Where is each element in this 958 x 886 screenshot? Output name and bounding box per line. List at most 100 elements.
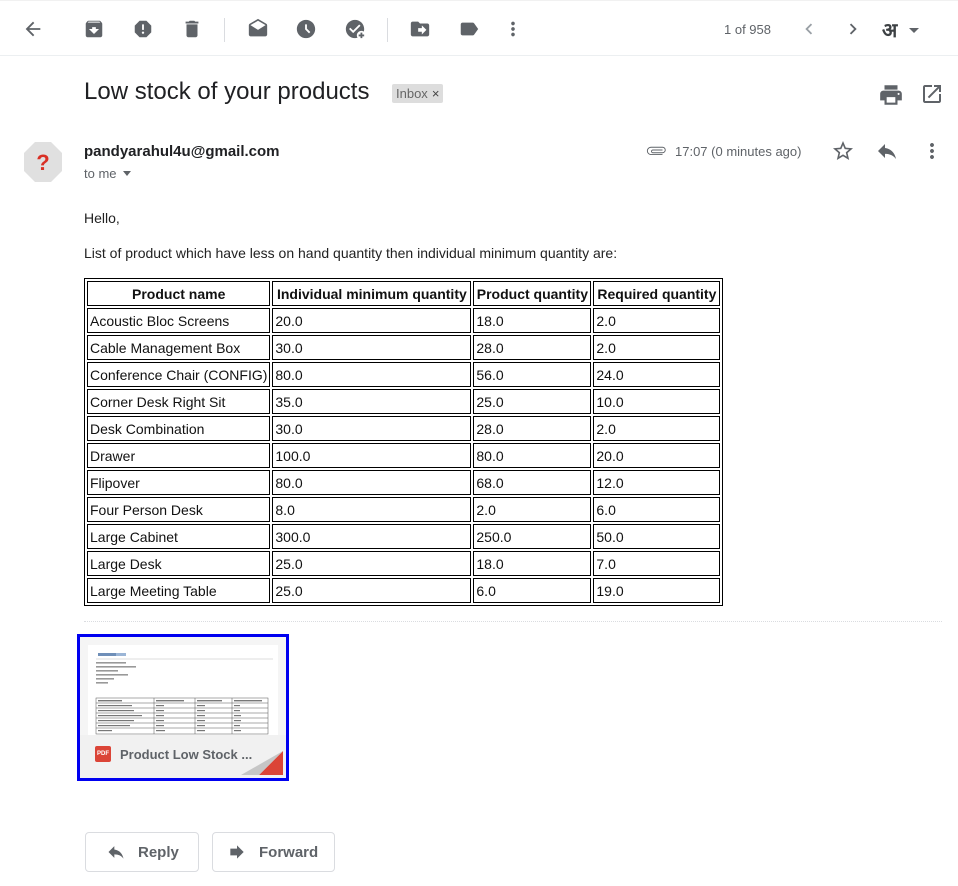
table-cell: Large Desk — [87, 551, 271, 576]
reply-button[interactable]: Reply — [85, 832, 199, 872]
label-chip-text: Inbox — [396, 86, 428, 101]
table-cell: 12.0 — [593, 470, 721, 495]
recipient-text: to me — [84, 166, 117, 181]
table-cell: 6.0 — [473, 578, 592, 603]
table-cell: 10.0 — [593, 389, 721, 414]
column-header: Product name — [87, 281, 271, 306]
pdf-corner-fold-icon — [241, 751, 283, 775]
table-cell: 80.0 — [272, 362, 472, 387]
table-cell: 50.0 — [593, 524, 721, 549]
attachment-divider — [84, 621, 942, 622]
table-cell: 100.0 — [272, 443, 472, 468]
forward-button[interactable]: Forward — [212, 832, 335, 872]
table-cell: Flipover — [87, 470, 271, 495]
table-cell: 8.0 — [272, 497, 472, 522]
print-icon[interactable] — [878, 82, 904, 108]
pager-count: 1 of 958 — [724, 22, 771, 37]
more-vert-icon[interactable] — [920, 139, 944, 163]
table-cell: Drawer — [87, 443, 271, 468]
table-row: Conference Chair (CONFIG) 80.0 56.0 24.0 — [87, 362, 721, 387]
table-cell: 80.0 — [272, 470, 472, 495]
table-cell: 30.0 — [272, 416, 472, 441]
email-subject: Low stock of your products — [84, 78, 370, 105]
column-header: Individual minimum quantity — [272, 281, 472, 306]
table-cell: Acoustic Bloc Screens — [87, 308, 271, 333]
email-intro: List of product which have less on hand … — [84, 245, 618, 261]
star-icon[interactable] — [831, 139, 855, 163]
attachment-filename: Product Low Stock ... — [120, 747, 253, 762]
table-row: Large Cabinet 300.0 250.0 50.0 — [87, 524, 721, 549]
chevron-down-icon[interactable] — [909, 28, 919, 33]
mark-unread-icon[interactable] — [242, 13, 274, 45]
table-cell: 2.0 — [593, 416, 721, 441]
sender-email[interactable]: pandyarahul4u@gmail.com — [84, 143, 280, 160]
table-cell: 25.0 — [272, 578, 472, 603]
recipient-details[interactable]: to me — [84, 166, 131, 181]
attachment-card[interactable]: PDF Product Low Stock ... — [77, 634, 289, 781]
archive-icon[interactable] — [78, 13, 110, 45]
labels-icon[interactable] — [453, 13, 485, 45]
table-cell: 2.0 — [593, 335, 721, 360]
table-row: Corner Desk Right Sit 35.0 25.0 10.0 — [87, 389, 721, 414]
move-to-icon[interactable] — [404, 13, 436, 45]
add-to-tasks-icon[interactable] — [339, 13, 371, 45]
table-row: Large Desk 25.0 18.0 7.0 — [87, 551, 721, 576]
unverified-sender-icon: ? — [36, 150, 49, 175]
chevron-left-icon[interactable] — [793, 13, 825, 45]
low-stock-table: Product name Individual minimum quantity… — [84, 278, 724, 606]
table-cell: 20.0 — [593, 443, 721, 468]
table-cell: Four Person Desk — [87, 497, 271, 522]
table-row: Four Person Desk 8.0 2.0 6.0 — [87, 497, 721, 522]
email-timestamp: 17:07 (0 minutes ago) — [675, 144, 802, 159]
input-tools-button[interactable]: अ — [882, 16, 897, 43]
back-arrow-icon[interactable] — [17, 13, 49, 45]
table-row: Large Meeting Table 25.0 6.0 19.0 — [87, 578, 721, 603]
table-cell: Desk Combination — [87, 416, 271, 441]
sender-avatar[interactable]: ? — [22, 140, 64, 184]
chevron-down-icon[interactable] — [122, 171, 131, 176]
table-cell: 24.0 — [593, 362, 721, 387]
reply-button-label: Reply — [138, 843, 179, 861]
table-cell: 56.0 — [473, 362, 592, 387]
table-cell: Large Meeting Table — [87, 578, 271, 603]
table-cell: 18.0 — [473, 551, 592, 576]
table-row: Drawer 100.0 80.0 20.0 — [87, 443, 721, 468]
snooze-icon[interactable] — [290, 13, 322, 45]
table-cell: 25.0 — [272, 551, 472, 576]
table-cell: Cable Management Box — [87, 335, 271, 360]
forward-button-label: Forward — [259, 843, 319, 861]
table-cell: 300.0 — [272, 524, 472, 549]
column-header: Required quantity — [593, 281, 721, 306]
delete-icon[interactable] — [176, 13, 208, 45]
attachment-thumbnail — [88, 645, 278, 737]
table-cell: 80.0 — [473, 443, 592, 468]
table-cell: 2.0 — [473, 497, 592, 522]
table-cell: 28.0 — [473, 335, 592, 360]
table-cell: 7.0 — [593, 551, 721, 576]
table-cell: 35.0 — [272, 389, 472, 414]
more-vert-icon[interactable] — [497, 13, 529, 45]
table-row: Desk Combination 30.0 28.0 2.0 — [87, 416, 721, 441]
open-in-new-window-icon[interactable] — [920, 82, 944, 106]
table-cell: 6.0 — [593, 497, 721, 522]
label-chip-inbox: Inbox × — [392, 84, 444, 103]
reply-icon[interactable] — [875, 139, 899, 163]
attachment-indicator-icon — [646, 142, 668, 158]
pdf-file-icon: PDF — [95, 746, 111, 762]
toolbar-divider — [387, 18, 388, 42]
table-cell: 30.0 — [272, 335, 472, 360]
table-cell: 25.0 — [473, 389, 592, 414]
table-cell: 18.0 — [473, 308, 592, 333]
report-spam-icon[interactable] — [127, 13, 159, 45]
table-cell: 68.0 — [473, 470, 592, 495]
remove-label-icon[interactable]: × — [432, 86, 440, 101]
table-cell: 2.0 — [593, 308, 721, 333]
table-row: Cable Management Box 30.0 28.0 2.0 — [87, 335, 721, 360]
table-body: Acoustic Bloc Screens 20.0 18.0 2.0 Cable Ma… — [87, 308, 721, 603]
table-cell: 20.0 — [272, 308, 472, 333]
table-cell: 250.0 — [473, 524, 592, 549]
reply-icon — [108, 846, 124, 859]
table-cell: 19.0 — [593, 578, 721, 603]
chevron-right-icon[interactable] — [837, 13, 869, 45]
table-header-row: Product name Individual minimum quantity… — [87, 281, 721, 306]
